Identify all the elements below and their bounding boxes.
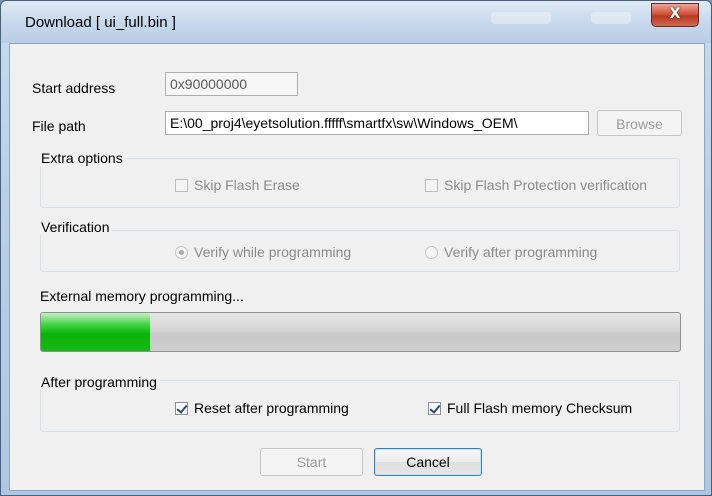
close-button[interactable]: X	[651, 3, 699, 27]
start-address-label: Start address	[32, 80, 116, 96]
reset-after-programming-checkbox[interactable]	[175, 402, 188, 415]
file-path-label: File path	[32, 118, 86, 134]
reset-after-programming-label: Reset after programming	[194, 400, 349, 416]
start-button[interactable]: Start	[260, 448, 363, 476]
verify-after-radio[interactable]	[425, 246, 438, 259]
background-shadow	[591, 12, 631, 24]
cancel-button[interactable]: Cancel	[374, 448, 482, 476]
title-bar[interactable]: Download [ ui_full.bin ] X	[1, 1, 711, 43]
download-dialog: Download [ ui_full.bin ] X Start address…	[0, 0, 712, 496]
window-title: Download [ ui_full.bin ]	[25, 14, 176, 31]
skip-flash-erase-checkbox[interactable]	[175, 179, 188, 192]
verify-while-label: Verify while programming	[194, 244, 352, 260]
skip-flash-protection-label: Skip Flash Protection verification	[444, 177, 648, 193]
skip-flash-erase-label: Skip Flash Erase	[194, 177, 300, 193]
background-shadow	[491, 12, 551, 24]
file-path-field[interactable]: E:\00_proj4\eyetsolution.fffff\smartfx\s…	[165, 111, 589, 135]
progress-bar	[40, 312, 681, 352]
extra-options-title: Extra options	[38, 150, 126, 166]
verify-after-label: Verify after programming	[444, 244, 598, 260]
progress-fill	[41, 313, 150, 351]
full-flash-checksum-checkbox[interactable]	[428, 402, 441, 415]
verify-while-radio[interactable]	[175, 246, 188, 259]
skip-flash-protection-checkbox[interactable]	[425, 179, 438, 192]
dialog-body: Start address 0x90000000 File path E:\00…	[9, 43, 705, 491]
verification-title: Verification	[38, 219, 113, 235]
progress-status-text: External memory programming...	[40, 288, 244, 304]
after-programming-title: After programming	[38, 374, 160, 390]
browse-button[interactable]: Browse	[597, 110, 682, 136]
start-address-field[interactable]: 0x90000000	[165, 72, 298, 96]
full-flash-checksum-label: Full Flash memory Checksum	[447, 400, 633, 416]
close-icon: X	[669, 6, 681, 22]
